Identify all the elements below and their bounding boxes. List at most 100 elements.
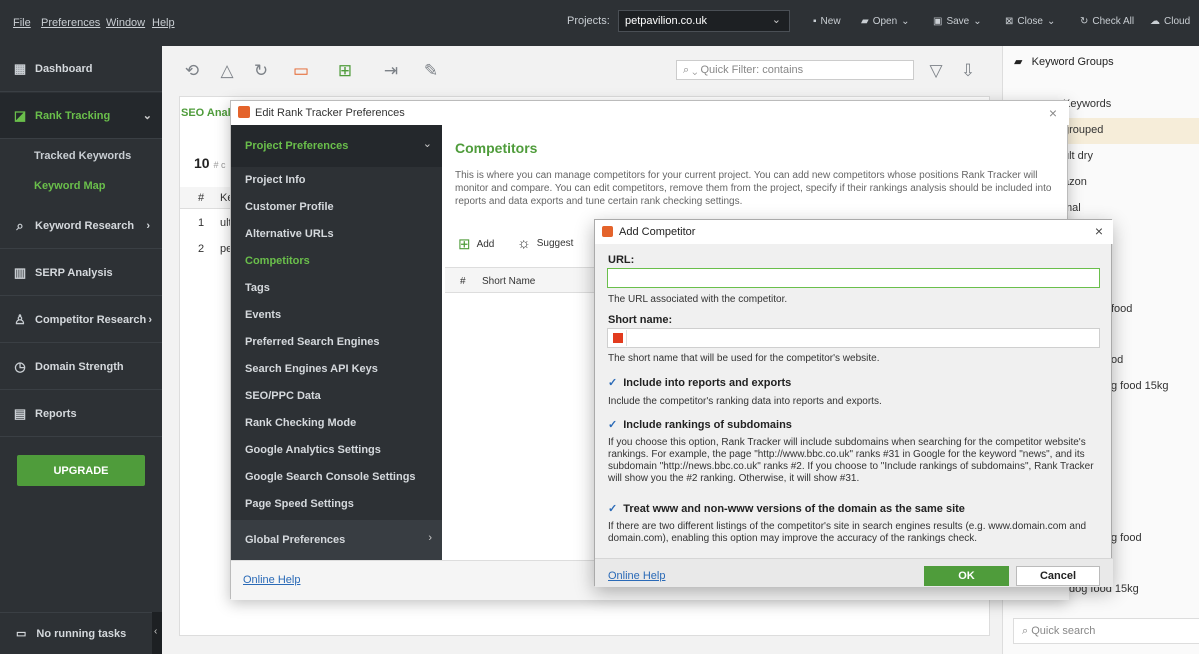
menu-preferences[interactable]: Preferences <box>41 17 100 29</box>
nav-google-analytics-settings[interactable]: Google Analytics Settings <box>245 444 381 456</box>
open-button[interactable]: ▰ Open ⌄ <box>861 16 910 27</box>
chart-icon: ◪ <box>13 107 27 123</box>
close-icon[interactable]: × <box>1049 105 1057 121</box>
add-keywords-icon[interactable]: ⟲ <box>181 60 203 82</box>
close-icon[interactable]: × <box>1095 223 1103 239</box>
nav-global-label: Global Preferences <box>245 534 346 546</box>
suggest-label: Suggest <box>536 238 574 249</box>
include-reports-hint: Include the competitor's ranking data in… <box>608 396 882 407</box>
checkmark-icon: ✓ <box>608 503 618 515</box>
sidebar-sub-keyword-map[interactable]: Keyword Map <box>34 180 106 192</box>
nav-search-engines-api-keys[interactable]: Search Engines API Keys <box>245 363 378 375</box>
cloud-icon: ☁ <box>1150 16 1160 27</box>
add-competitor-button[interactable]: ⊞ Add <box>458 235 494 253</box>
sidebar-item-competitor-research[interactable]: ♙ Competitor Research › <box>0 297 162 343</box>
triangle-icon[interactable]: △ <box>216 60 238 82</box>
upgrade-button[interactable]: UPGRADE <box>17 455 145 486</box>
close-square-icon: ⊠ <box>1005 16 1014 27</box>
col-short-name[interactable]: Short Name <box>482 276 535 287</box>
sidebar-item-label: Keyword Research <box>35 219 135 232</box>
color-picker[interactable] <box>609 330 627 346</box>
folder-icon[interactable]: ▭ <box>290 60 312 82</box>
nav-alternative-urls[interactable]: Alternative URLs <box>245 228 334 240</box>
treat-www-checkbox[interactable]: ✓ Treat www and non-www versions of the d… <box>608 502 965 516</box>
online-help-link[interactable]: Online Help <box>243 574 300 586</box>
online-help-link[interactable]: Online Help <box>608 570 665 582</box>
search-icon: ⌕ ⌄ <box>683 64 701 76</box>
save-button[interactable]: ▣ Save ⌄ <box>933 16 982 27</box>
collapse-handle[interactable]: ‹ <box>152 612 162 654</box>
check-all-button[interactable]: ↻ Check All <box>1080 16 1134 27</box>
task-status[interactable]: ▭ No running tasks <box>0 612 162 654</box>
sidebar-item-dashboard[interactable]: ▦ Dashboard <box>0 46 162 92</box>
folder-icon: ▰ <box>861 16 869 27</box>
include-reports-checkbox[interactable]: ✓ Include into reports and exports <box>608 376 792 390</box>
toolbar: ⟲ △ ↻ ▭ ⊞ ⇥ ✎ ⌕ ⌄ Quick Filter: contains… <box>162 46 1002 96</box>
nav-google-search-console-settings[interactable]: Google Search Console Settings <box>245 471 416 483</box>
checkmark-icon: ✓ <box>608 419 618 431</box>
competitors-description: This is where you can manage competitors… <box>455 170 1052 207</box>
nav-preferred-search-engines[interactable]: Preferred Search Engines <box>245 336 380 348</box>
task-status-label: No running tasks <box>36 627 127 640</box>
projects-label: Projects: <box>567 15 610 27</box>
sidebar-item-domain-strength[interactable]: ◷ Domain Strength <box>0 344 162 390</box>
sidebar-item-keyword-research[interactable]: ⌕ Keyword Research › <box>0 203 162 249</box>
tab-seo-analysis[interactable]: SEO Analy <box>181 107 237 119</box>
filter-icon[interactable]: ▽ <box>925 60 947 82</box>
url-input[interactable] <box>607 268 1100 288</box>
include-reports-label: Include into reports and exports <box>623 376 792 389</box>
preferences-dialog-titlebar: Edit Rank Tracker Preferences × <box>231 101 1069 125</box>
app-icon <box>602 226 613 237</box>
nav-competitors[interactable]: Competitors <box>245 255 310 267</box>
menu-window[interactable]: Window <box>106 17 145 29</box>
close-button[interactable]: ⊠ Close ⌄ <box>1005 16 1055 27</box>
recheck-icon[interactable]: ↻ <box>250 60 272 82</box>
nav-section-label: Project Preferences <box>245 140 349 152</box>
edit-icon[interactable]: ✎ <box>420 60 442 82</box>
cancel-button[interactable]: Cancel <box>1016 566 1100 586</box>
nav-project-info[interactable]: Project Info <box>245 174 306 186</box>
save-label: Save <box>946 16 970 27</box>
sidebar-item-rank-tracking[interactable]: ◪ Rank Tracking ⌄ <box>0 93 162 139</box>
search-icon: ⌕ <box>1022 625 1032 637</box>
col-number: # <box>198 192 205 204</box>
project-select[interactable]: petpavilion.co.uk ⌄ <box>618 10 790 32</box>
tasks-icon: ▭ <box>16 628 27 640</box>
nav-tags[interactable]: Tags <box>245 282 270 294</box>
include-subdomains-hint: If you choose this option, Rank Tracker … <box>608 437 1094 484</box>
include-subdomains-label: Include rankings of subdomains <box>623 418 792 431</box>
sidebar-item-serp-analysis[interactable]: ▥ SERP Analysis <box>0 250 162 296</box>
import-icon[interactable]: ⇥ <box>380 60 402 82</box>
ok-button[interactable]: OK <box>924 566 1009 586</box>
menu-file[interactable]: File <box>13 17 31 29</box>
new-label: New <box>820 16 841 27</box>
short-name-label: Short name: <box>608 314 673 326</box>
nav-rank-checking-mode[interactable]: Rank Checking Mode <box>245 417 356 429</box>
nav-customer-profile[interactable]: Customer Profile <box>245 201 334 213</box>
row-number: 1 <box>198 217 205 229</box>
add-icon[interactable]: ⊞ <box>334 60 356 82</box>
nav-global-preferences[interactable]: Global Preferences › <box>231 520 442 560</box>
quick-search-placeholder: Quick search <box>1031 625 1096 637</box>
menu-help[interactable]: Help <box>152 17 175 29</box>
keyword-groups-title: ▰ Keyword Groups <box>1014 55 1114 68</box>
suggest-button[interactable]: ☼ Suggest <box>517 235 573 252</box>
sidebar-item-label: Dashboard <box>35 62 93 75</box>
chevron-down-icon: ⌄ <box>901 16 910 27</box>
sidebar-item-reports[interactable]: ▤ Reports <box>0 391 162 437</box>
new-button[interactable]: ▪ New <box>813 16 841 27</box>
quick-filter-input[interactable]: ⌕ ⌄ Quick Filter: contains <box>676 60 914 80</box>
nav-section-project-preferences[interactable]: Project Preferences ⌄ <box>231 125 442 167</box>
competitors-table-header: # Short Name <box>445 267 595 293</box>
nav-events[interactable]: Events <box>245 309 281 321</box>
nav-seo-ppc-data[interactable]: SEO/PPC Data <box>245 390 321 402</box>
chevron-down-icon: ⌄ <box>422 138 432 150</box>
cloud-button[interactable]: ☁ Cloud <box>1150 16 1190 27</box>
sidebar-sub-tracked-keywords[interactable]: Tracked Keywords <box>34 150 131 162</box>
short-name-field <box>607 328 1100 348</box>
export-icon[interactable]: ⇩ <box>957 60 979 82</box>
include-subdomains-checkbox[interactable]: ✓ Include rankings of subdomains <box>608 418 792 432</box>
check-all-label: Check All <box>1092 16 1135 27</box>
nav-page-speed-settings[interactable]: Page Speed Settings <box>245 498 354 510</box>
quick-search-input[interactable]: ⌕ Quick search <box>1013 618 1199 644</box>
